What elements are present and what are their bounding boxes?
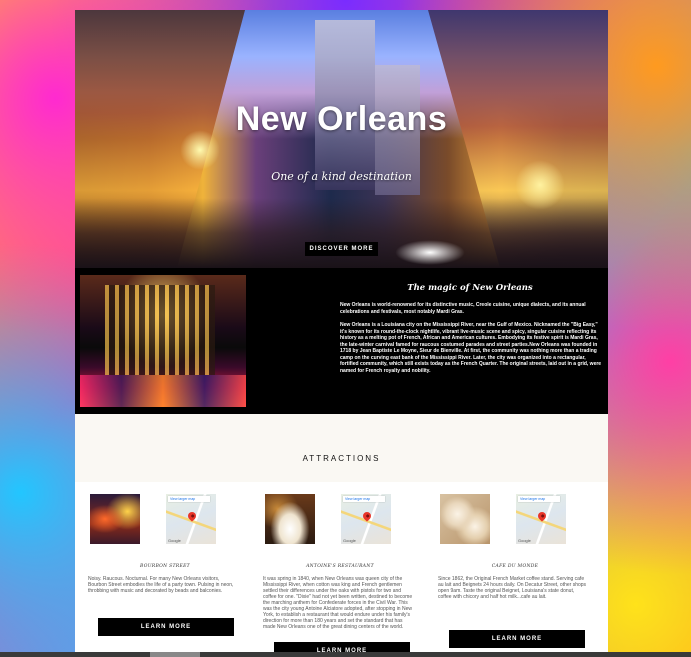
view-larger-map-link[interactable]: View larger map [343,496,385,502]
antoines-map[interactable]: View larger map Google [341,494,391,544]
magic-paragraph-1: New Orleans is world-renowned for its di… [340,302,586,315]
cafe-du-monde-map[interactable]: View larger map Google [516,494,566,544]
hero-subtitle: One of a kind destination [271,170,412,183]
horizontal-scrollbar[interactable] [0,652,691,657]
map-brand: Google [518,538,531,543]
antoines-photo [265,494,315,544]
balcony-lights [105,285,215,375]
page-container: New Orleans One of a kind destination DI… [75,10,608,657]
magic-title: The magic of New Orleans [407,283,533,293]
attractions-title: ATTRACTIONS [302,454,381,463]
attraction-description: It was spring in 1840, when New Orleans … [263,576,413,630]
attraction-name: ANTOINE'S RESTAURANT [306,564,374,569]
learn-more-button[interactable]: LEARN MORE [98,618,234,636]
map-pin-icon [361,510,373,522]
hero-title: New Orleans [235,100,448,138]
bourbon-street-photo [90,494,140,544]
attraction-description: Since 1862, the Original French Market c… [438,576,587,600]
attraction-name: CAFE DU MONDE [491,564,539,569]
hero-street [75,198,608,268]
street-lights [80,375,246,407]
scrollbar-thumb[interactable] [150,652,200,657]
view-larger-map-link[interactable]: View larger map [168,496,210,502]
attraction-name: BOURBON STREET [140,564,190,569]
view-larger-map-link[interactable]: View larger map [518,496,560,502]
attractions-section: ATTRACTIONS View larger map Google BOURB… [75,414,608,657]
street-lamp-glow [515,160,565,210]
map-brand: Google [343,538,356,543]
attraction-description: Noisy. Raucous. Nocturnal. For many New … [88,576,234,594]
beignets-photo [440,494,490,544]
bourbon-street-map[interactable]: View larger map Google [166,494,216,544]
map-brand: Google [168,538,181,543]
magic-paragraph-2: New Orleans is a Louisiana city on the M… [340,322,602,374]
map-pin-icon [186,510,198,522]
french-quarter-photo [80,275,246,407]
car-light-glow [395,240,465,265]
attractions-header: ATTRACTIONS [75,414,608,482]
learn-more-button[interactable]: LEARN MORE [449,630,585,648]
magic-section: The magic of New Orleans New Orleans is … [75,268,608,414]
discover-more-button[interactable]: DISCOVER MORE [305,242,378,256]
map-pin-icon [536,510,548,522]
hero-section: New Orleans One of a kind destination DI… [75,10,608,268]
